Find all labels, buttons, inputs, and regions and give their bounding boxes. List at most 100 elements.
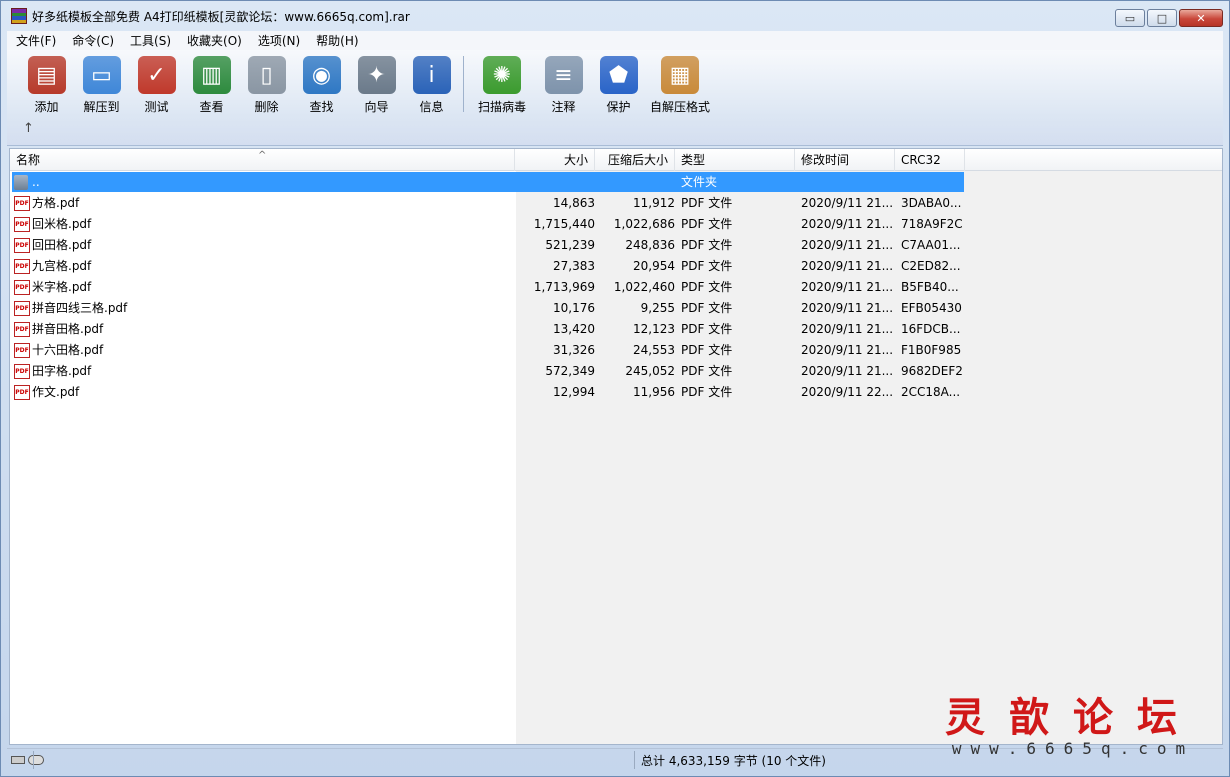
- up-one-level-icon[interactable]: ↑: [23, 121, 34, 136]
- file-name-cell: PDF 回田格.pdf: [14, 235, 91, 256]
- file-name: 回田格.pdf: [32, 238, 92, 252]
- protect-button[interactable]: ⬟ 保护: [591, 56, 646, 115]
- column-header-packed[interactable]: 压缩后大小: [595, 149, 675, 171]
- pdf-file-icon: PDF: [14, 322, 30, 337]
- column-header-size[interactable]: 大小: [515, 149, 595, 171]
- add-button-label: 添加: [34, 100, 59, 114]
- pdf-file-icon: PDF: [14, 280, 30, 295]
- column-header-type[interactable]: 类型: [675, 149, 795, 171]
- file-size: 31,326: [553, 343, 595, 357]
- file-name-cell: PDF 回米格.pdf: [14, 214, 91, 235]
- folder-extract-icon: ▭: [82, 56, 121, 94]
- file-name-cell: PDF 作文.pdf: [14, 382, 79, 403]
- shield-icon: ⬟: [599, 56, 638, 94]
- view-button-label: 查看: [199, 100, 224, 114]
- extract-to-button-label: 解压到: [83, 100, 120, 114]
- file-row[interactable]: PDF 田字格.pdf 572,349 245,052 PDF 文件 2020/9/11 …: [10, 361, 1222, 382]
- add-button[interactable]: ▤ 添加: [19, 56, 74, 115]
- magnifier-icon: ◉: [302, 56, 341, 94]
- extract-to-button[interactable]: ▭ 解压到: [74, 56, 129, 115]
- menu-file[interactable]: 文件(F): [7, 32, 63, 49]
- pdf-file-icon: PDF: [14, 196, 30, 211]
- file-row[interactable]: PDF 拼音四线三格.pdf 10,176 9,255 PDF 文件 2020/9/11 …: [10, 298, 1222, 319]
- file-crc: 718A9F2C: [901, 217, 963, 231]
- file-size: 13,420: [553, 322, 595, 336]
- file-name-cell: PDF 拼音四线三格.pdf: [14, 298, 127, 319]
- column-header-crc[interactable]: CRC32: [895, 149, 965, 171]
- menu-options[interactable]: 选项(N): [249, 32, 307, 49]
- test-button[interactable]: ✓ 测试: [129, 56, 184, 115]
- selection-highlight: [12, 172, 964, 192]
- column-header-modified[interactable]: 修改时间: [795, 149, 895, 171]
- status-summary: 总计 4,633,159 字节 (10 个文件): [641, 754, 826, 768]
- maximize-button[interactable]: □: [1147, 9, 1177, 27]
- file-row[interactable]: PDF 回米格.pdf 1,715,440 1,022,686 PDF 文件 2020/9…: [10, 214, 1222, 235]
- find-button[interactable]: ◉ 查找: [294, 56, 349, 115]
- toolbar-buttons: ▤ 添加 ▭ 解压到 ✓ 测试 ▥ 查看 ▯ 删除 ◉ 查找 ✦ 向导 i 信息 ✺ 扫描病毒 ≡…: [19, 56, 714, 115]
- file-row[interactable]: PDF 十六田格.pdf 31,326 24,553 PDF 文件 2020/9/11 2…: [10, 340, 1222, 361]
- comment-button[interactable]: ≡ 注释: [536, 56, 591, 115]
- close-button[interactable]: ✕: [1179, 9, 1223, 27]
- parent-folder-row[interactable]: .. 文件夹: [10, 172, 1222, 193]
- file-row[interactable]: PDF 九宫格.pdf 27,383 20,954 PDF 文件 2020/9/11 21…: [10, 256, 1222, 277]
- menu-tools[interactable]: 工具(S): [121, 32, 178, 49]
- file-size: 12,994: [553, 385, 595, 399]
- test-button-label: 测试: [144, 100, 169, 114]
- info-button-label: 信息: [419, 100, 444, 114]
- menu-help[interactable]: 帮助(H): [307, 32, 365, 49]
- file-crc: C7AA01...: [901, 238, 961, 252]
- file-packed-size: 11,956: [633, 385, 675, 399]
- file-name: 作文.pdf: [32, 385, 80, 399]
- file-rows: .. 文件夹 PDF 方格.pdf 14,863 11,912 PDF 文件 2020/9…: [10, 172, 1222, 403]
- info-button[interactable]: i 信息: [404, 56, 459, 115]
- column-header-name[interactable]: 名称 ^: [10, 149, 515, 171]
- file-name: 十六田格.pdf: [32, 343, 104, 357]
- title-bar[interactable]: 好多纸模板全部免费 A4打印纸模板[灵歆论坛：www.6665q.com].ra…: [1, 1, 1229, 31]
- file-name: 九宫格.pdf: [32, 259, 92, 273]
- file-row[interactable]: PDF 方格.pdf 14,863 11,912 PDF 文件 2020/9/11 21.…: [10, 193, 1222, 214]
- file-name-cell: PDF 米字格.pdf: [14, 277, 91, 298]
- sfx-button[interactable]: ▦ 自解压格式: [646, 56, 714, 115]
- comment-button-label: 注释: [551, 100, 576, 114]
- wizard-button-label: 向导: [364, 100, 389, 114]
- file-size: 572,349: [545, 364, 595, 378]
- view-button[interactable]: ▥ 查看: [184, 56, 239, 115]
- menu-favorites[interactable]: 收藏夹(O): [178, 32, 249, 49]
- file-packed-size: 245,052: [625, 364, 675, 378]
- pdf-file-icon: PDF: [14, 238, 30, 253]
- clipboard-check-icon: ✓: [137, 56, 176, 94]
- pdf-file-icon: PDF: [14, 364, 30, 379]
- rar-books-icon: ▤: [27, 56, 66, 94]
- file-modified: 2020/9/11 21...: [801, 280, 894, 294]
- file-type: PDF 文件: [681, 364, 733, 378]
- minimize-button[interactable]: ▭: [1115, 9, 1145, 27]
- virus-scan-button[interactable]: ✺ 扫描病毒: [468, 56, 536, 115]
- winrar-window: 好多纸模板全部免费 A4打印纸模板[灵歆论坛：www.6665q.com].ra…: [0, 0, 1230, 777]
- file-row[interactable]: PDF 回田格.pdf 521,239 248,836 PDF 文件 2020/9/11 …: [10, 235, 1222, 256]
- comment-icon: ≡: [544, 56, 583, 94]
- file-row[interactable]: PDF 拼音田格.pdf 13,420 12,123 PDF 文件 2020/9/11 2…: [10, 319, 1222, 340]
- file-name: 拼音田格.pdf: [32, 322, 104, 336]
- file-size: 14,863: [553, 196, 595, 210]
- toolbar: ▤ 添加 ▭ 解压到 ✓ 测试 ▥ 查看 ▯ 删除 ◉ 查找 ✦ 向导 i 信息 ✺ 扫描病毒 ≡…: [7, 50, 1223, 146]
- file-row[interactable]: PDF 米字格.pdf 1,713,969 1,022,460 PDF 文件 2020/9…: [10, 277, 1222, 298]
- file-list[interactable]: 名称 ^ 大小 压缩后大小 类型 修改时间 CRC32 .. 文件夹 PDF 方格…: [9, 148, 1223, 745]
- file-crc: 9682DEF2: [901, 364, 963, 378]
- delete-button[interactable]: ▯ 删除: [239, 56, 294, 115]
- file-packed-size: 24,553: [633, 343, 675, 357]
- file-type: PDF 文件: [681, 385, 733, 399]
- file-packed-size: 11,912: [633, 196, 675, 210]
- file-type: PDF 文件: [681, 343, 733, 357]
- pdf-file-icon: PDF: [14, 343, 30, 358]
- file-row[interactable]: PDF 作文.pdf 12,994 11,956 PDF 文件 2020/9/11 22.…: [10, 382, 1222, 403]
- wizard-button[interactable]: ✦ 向导: [349, 56, 404, 115]
- magic-wand-icon: ✦: [357, 56, 396, 94]
- menu-commands[interactable]: 命令(C): [63, 32, 121, 49]
- status-panel: [33, 751, 635, 769]
- find-button-label: 查找: [309, 100, 334, 114]
- file-name-cell: PDF 九宫格.pdf: [14, 256, 91, 277]
- winrar-app-icon: [11, 8, 27, 24]
- file-crc: 3DABA0...: [901, 196, 962, 210]
- file-modified: 2020/9/11 21...: [801, 301, 894, 315]
- drive-icon[interactable]: [11, 755, 25, 764]
